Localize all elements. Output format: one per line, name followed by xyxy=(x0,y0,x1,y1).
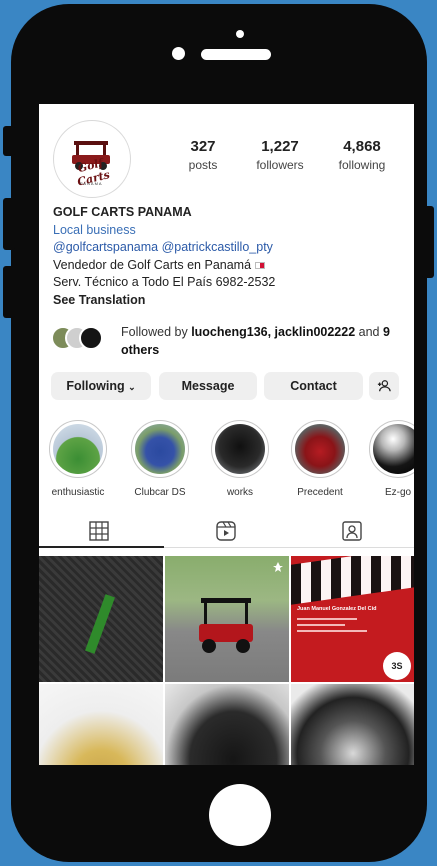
tagged-icon[interactable] xyxy=(341,520,363,542)
panama-flag-icon xyxy=(254,261,265,269)
volume-down-button xyxy=(3,266,15,318)
following-count: 4,868 xyxy=(343,138,381,155)
profile-bio: GOLF CARTS PANAMA Local business @golfca… xyxy=(53,204,403,309)
grid-icon[interactable] xyxy=(88,520,110,542)
highlight-label: enthusiastic xyxy=(51,487,105,498)
highlight-image xyxy=(373,424,414,474)
highlight-label: Ez-go xyxy=(384,487,412,498)
posts-stat[interactable]: 327 posts xyxy=(175,138,231,172)
followed-by-and: and xyxy=(358,325,380,339)
followed-by-prefix: Followed by xyxy=(121,325,188,339)
highlight-ring xyxy=(369,420,414,478)
logo-subtitle: PANAMA xyxy=(80,181,103,186)
posts-label: posts xyxy=(188,158,218,172)
highlight-ring xyxy=(49,420,107,478)
profile-tabs xyxy=(39,514,414,548)
highlight-works[interactable]: works xyxy=(209,420,271,498)
highlight-image xyxy=(135,424,185,474)
card-detail-line xyxy=(297,630,367,632)
front-camera xyxy=(172,47,185,60)
chevron-down-icon: ⌄ xyxy=(128,382,136,392)
profile-avatar[interactable]: Golf Carts PANAMA xyxy=(53,120,131,198)
power-button xyxy=(422,206,434,278)
checkered-flag-image xyxy=(291,556,414,605)
follower-avatar xyxy=(79,326,103,350)
front-camera-dot xyxy=(236,30,244,38)
highlight-ez-go[interactable]: Ez-go xyxy=(367,420,414,498)
speaker-grille xyxy=(201,49,271,60)
post-tile[interactable] xyxy=(39,556,163,682)
instagram-profile-screen: Golf Carts PANAMA 327 posts 1,227 follow… xyxy=(39,104,414,765)
highlight-ring xyxy=(211,420,269,478)
pin-icon xyxy=(273,562,283,572)
following-button[interactable]: Following ⌄ xyxy=(51,372,151,400)
highlight-ring xyxy=(131,420,189,478)
post-tile[interactable] xyxy=(291,684,414,765)
post-tile[interactable] xyxy=(165,556,289,682)
message-button[interactable]: Message xyxy=(159,372,257,400)
followed-by-row[interactable]: Followed by luocheng136, jacklin002222 a… xyxy=(51,324,403,360)
post-tile[interactable]: Juan Manuel Gonzalez Del Cid 3S xyxy=(291,556,414,682)
reels-icon[interactable] xyxy=(215,520,237,542)
highlight-label: works xyxy=(226,487,254,498)
see-translation-link[interactable]: See Translation xyxy=(53,292,403,310)
highlight-image xyxy=(215,424,265,474)
card-logo: 3S xyxy=(383,652,411,680)
following-label: following xyxy=(338,158,386,172)
highlight-image xyxy=(53,424,103,474)
add-user-icon xyxy=(377,380,391,392)
card-detail-line xyxy=(297,618,357,620)
highlight-precedent[interactable]: Precedent xyxy=(289,420,351,498)
followed-by-text: Followed by luocheng136, jacklin002222 a… xyxy=(121,324,403,359)
following-stat[interactable]: 4,868 following xyxy=(325,138,399,172)
following-button-label: Following xyxy=(66,379,125,393)
card-name: Juan Manuel Gonzalez Del Cid xyxy=(297,606,377,612)
bio-line-2: Serv. Técnico a Todo El País 6982-2532 xyxy=(53,275,276,289)
volume-up-button xyxy=(3,198,15,250)
mute-switch xyxy=(3,126,15,156)
highlight-ring xyxy=(291,420,349,478)
home-button[interactable] xyxy=(209,784,271,846)
highlight-label: Clubcar DS xyxy=(134,487,186,498)
followed-by-users: luocheng136, jacklin002222 xyxy=(191,325,356,339)
card-detail-line xyxy=(297,624,345,626)
posts-count: 327 xyxy=(190,138,216,155)
followers-count: 1,227 xyxy=(261,138,299,155)
highlight-image xyxy=(295,424,345,474)
post-tile[interactable] xyxy=(39,684,163,765)
followers-stat[interactable]: 1,227 followers xyxy=(245,138,315,172)
active-tab-indicator xyxy=(39,546,164,548)
profile-tags[interactable]: @golfcartspanama @patrickcastillo_pty xyxy=(53,239,403,257)
post-tile[interactable] xyxy=(165,684,289,765)
highlight-clubcar-ds[interactable]: Clubcar DS xyxy=(129,420,191,498)
bio-line-1: Vendedor de Golf Carts en Panamá xyxy=(53,257,403,275)
golf-cart-image xyxy=(199,598,253,653)
add-user-button[interactable] xyxy=(369,372,399,400)
pedal-image xyxy=(85,594,115,654)
profile-name: GOLF CARTS PANAMA xyxy=(53,205,192,219)
highlight-enthusiastic[interactable]: enthusiastic xyxy=(47,420,109,498)
bio-line-1-text: Vendedor de Golf Carts en Panamá xyxy=(53,257,252,272)
followers-label: followers xyxy=(256,158,304,172)
contact-button[interactable]: Contact xyxy=(264,372,363,400)
highlight-label: Precedent xyxy=(297,487,343,498)
profile-category[interactable]: Local business xyxy=(53,222,403,240)
